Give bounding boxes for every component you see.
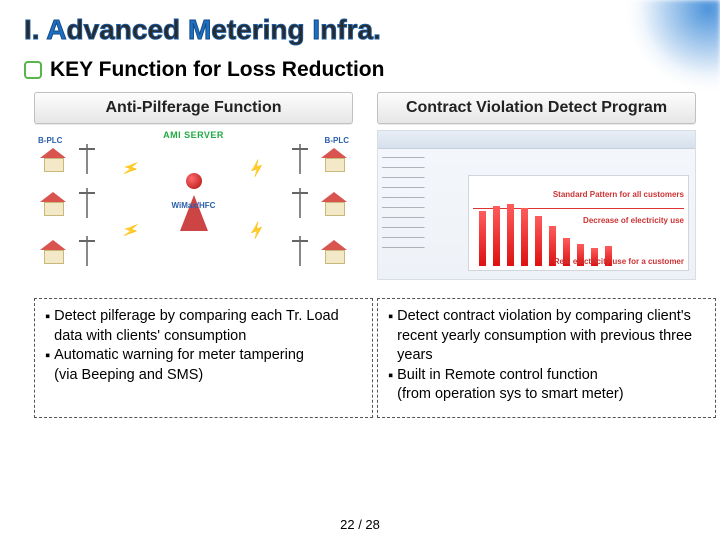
bplc-tag-right: B-PLC <box>325 136 349 145</box>
bolt-icon: ⚡ <box>120 220 142 242</box>
wimax-label: WiMax/HFC <box>172 201 216 210</box>
list-item: ▪ Built in Remote control function (from… <box>388 366 705 405</box>
chart-bar <box>479 211 486 266</box>
pole-icon <box>295 236 305 266</box>
antenna-ball-icon <box>186 173 202 189</box>
chart-bar <box>521 208 528 266</box>
title-accent-m: M <box>188 14 211 45</box>
bullet-text: Detect contract violation by comparing c… <box>397 307 705 366</box>
pole-icon <box>82 144 92 174</box>
chart-label-decrease: Decrease of electricity use <box>583 216 684 225</box>
list-item: ▪ Automatic warning for meter tampering … <box>45 346 362 385</box>
house-icon <box>40 240 66 262</box>
chart-label-standard: Standard Pattern for all customers <box>553 190 684 199</box>
violation-chart-screenshot: ────────────────────────────────────────… <box>377 130 696 280</box>
anti-pilferage-diagram: AMI SERVER B-PLC B-PLC WiMax/HFC ⚡ ⚡ ⚡ ⚡ <box>34 130 353 280</box>
square-bullet-icon: ▪ <box>45 307 50 346</box>
pole-icon <box>295 188 305 218</box>
house-icon <box>40 192 66 214</box>
left-bullet-box: ▪ Detect pilferage by comparing each Tr.… <box>34 298 373 418</box>
square-bullet-icon: ▪ <box>388 307 393 366</box>
corner-decoration <box>600 0 720 90</box>
bolt-icon: ⚡ <box>245 158 267 180</box>
column-left: Anti-Pilferage Function AMI SERVER B-PLC… <box>34 88 377 418</box>
right-column-header: Contract Violation Detect Program <box>377 92 696 124</box>
chart-area: Standard Pattern for all customers Decre… <box>468 175 689 271</box>
left-column-header: Anti-Pilferage Function <box>34 92 353 124</box>
title-word3: nfra. <box>320 14 381 45</box>
pole-icon <box>295 144 305 174</box>
square-bullet-icon: ▪ <box>45 346 50 385</box>
title-prefix: I. <box>24 14 46 45</box>
page-number: 22 / 28 <box>340 517 380 532</box>
bullet-text: Detect pilferage by comparing each Tr. L… <box>54 307 362 346</box>
house-icon <box>321 148 347 170</box>
square-bullet-icon: ▪ <box>388 366 393 405</box>
bullet-box-icon <box>24 61 42 79</box>
ami-server-label: AMI SERVER <box>163 130 224 140</box>
bolt-icon: ⚡ <box>245 220 267 242</box>
list-item: ▪ Detect contract violation by comparing… <box>388 307 705 366</box>
subheading-text: KEY Function for Loss Reduction <box>50 58 384 82</box>
chart-bar <box>507 204 514 266</box>
house-icon <box>321 192 347 214</box>
two-column-layout: Anti-Pilferage Function AMI SERVER B-PLC… <box>0 88 720 418</box>
title-word1: dvanced <box>67 14 188 45</box>
app-toolbar <box>378 131 695 149</box>
chart-bar <box>535 216 542 266</box>
title-word2: etering <box>211 14 312 45</box>
house-icon <box>321 240 347 262</box>
column-right: Contract Violation Detect Program ──────… <box>377 88 720 418</box>
bullet-text: Automatic warning for meter tampering (v… <box>54 346 304 385</box>
house-icon <box>40 148 66 170</box>
title-accent-a: A <box>46 14 66 45</box>
pole-icon <box>82 188 92 218</box>
chart-side-list: ────────────────────────────────────────… <box>382 153 462 271</box>
pole-icon <box>82 236 92 266</box>
chart-line <box>473 208 684 209</box>
page-current: 22 <box>340 517 354 532</box>
chart-bar <box>493 206 500 266</box>
bolt-icon: ⚡ <box>120 158 142 180</box>
right-bullet-box: ▪ Detect contract violation by comparing… <box>377 298 716 418</box>
chart-label-real: Real electricity use for a customer <box>554 257 684 266</box>
page-total: 28 <box>365 517 379 532</box>
bullet-text: Built in Remote control function (from o… <box>397 366 623 405</box>
list-item: ▪ Detect pilferage by comparing each Tr.… <box>45 307 362 346</box>
bplc-tag-left: B-PLC <box>38 136 62 145</box>
page-sep: / <box>355 517 366 532</box>
